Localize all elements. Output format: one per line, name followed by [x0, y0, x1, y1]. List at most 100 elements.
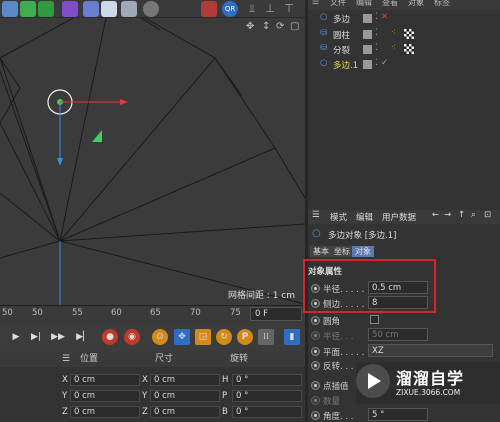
object-name[interactable]: 多边	[333, 13, 350, 25]
menu-tags[interactable]: 标签	[434, 0, 450, 8]
keyframe-selection-button[interactable]: ⊙	[152, 329, 168, 345]
pos-z-field[interactable]: 0 cm	[70, 406, 140, 418]
circle-radius-field[interactable]: 50 cm	[368, 328, 428, 341]
tab-coord[interactable]: 坐标	[331, 246, 353, 257]
rot-h-field[interactable]: 0 °	[232, 374, 302, 386]
menu-file[interactable]: 文件	[330, 0, 346, 8]
lock-icon[interactable]: ⊡	[484, 210, 491, 220]
light-bulb-icon[interactable]	[143, 1, 159, 17]
pos-y-field[interactable]: 0 cm	[70, 390, 140, 402]
nurbs-tool-icon[interactable]	[38, 1, 54, 17]
quantize-icon[interactable]: ⊤	[281, 1, 297, 17]
menu-icon[interactable]: ☰	[62, 351, 70, 367]
manipulator-gizmo[interactable]	[47, 89, 128, 305]
menu-mode[interactable]: 模式	[330, 211, 347, 223]
layer-icon[interactable]	[363, 45, 372, 54]
menu-icon[interactable]: ☰	[312, 210, 320, 220]
go-to-end-button[interactable]: ▶▏	[75, 329, 91, 345]
layer-icon[interactable]	[363, 60, 372, 69]
search-icon[interactable]: ⌕	[471, 210, 476, 220]
object-row[interactable]: ⛁ 分裂 ⁚ ⁖	[308, 43, 500, 57]
tab-basic[interactable]: 基本	[310, 246, 332, 257]
menu-user-data[interactable]: 用户数据	[382, 211, 416, 223]
size-z-field[interactable]: 0 cm	[150, 406, 220, 418]
circle-radius-animate-toggle[interactable]	[311, 331, 320, 340]
play-button[interactable]: ▶	[8, 329, 24, 345]
object-name[interactable]: 分裂	[333, 44, 350, 56]
snap-icon[interactable]: ⫫	[244, 1, 260, 17]
pla-key-button[interactable]: ⁞⁞	[258, 329, 274, 345]
x-axis-arrow[interactable]	[120, 99, 128, 105]
object-row[interactable]: ⛁ 圆柱 ⁚ ⁖	[308, 28, 500, 42]
circle-animate-toggle[interactable]	[311, 316, 320, 325]
workplane-icon[interactable]: ⊥	[262, 1, 278, 17]
move-view-icon[interactable]: ✥	[246, 21, 254, 32]
phong-tag-icon[interactable]: ⁖	[391, 43, 396, 53]
menu-object[interactable]: 对象	[408, 0, 424, 8]
forward-arrow-icon[interactable]: →	[444, 210, 451, 220]
rotation-key-button[interactable]: ↻	[216, 329, 232, 345]
plane-animate-toggle[interactable]	[311, 347, 320, 356]
circle-spline-icon: ○	[320, 58, 328, 68]
timeline-window-button[interactable]: ▮	[284, 329, 300, 345]
next-frame-button[interactable]: ▶|	[28, 329, 44, 345]
visibility-dots-icon[interactable]: ⁚	[375, 12, 378, 22]
layer-icon[interactable]	[363, 30, 372, 39]
zoom-view-icon[interactable]: ↕	[262, 21, 270, 32]
rot-b-field[interactable]: 0 °	[232, 406, 302, 418]
size-y-field[interactable]: 0 cm	[150, 390, 220, 402]
rotate-view-icon[interactable]: ⟳	[276, 21, 284, 32]
enabled-check-icon[interactable]: ✓	[381, 58, 388, 68]
parameter-key-button[interactable]: P	[237, 329, 253, 345]
record-button[interactable]: ●	[102, 329, 118, 345]
object-name-selected[interactable]: 多边.1	[333, 59, 358, 71]
visibility-dots-icon[interactable]: ⁚	[375, 58, 378, 68]
visibility-dots-icon[interactable]: ⁚	[375, 28, 378, 38]
deformer-tool-icon[interactable]	[62, 1, 78, 17]
z-axis-arrow[interactable]	[57, 158, 63, 166]
next-key-button[interactable]: ▶▶	[50, 329, 66, 345]
position-key-button[interactable]: ✥	[174, 329, 190, 345]
texture-tag-icon[interactable]	[404, 44, 414, 54]
menu-view[interactable]: 查看	[382, 0, 398, 8]
object-row-selected[interactable]: ○ 多边.1 ⁚ ✓	[308, 58, 500, 72]
menu-edit[interactable]: 编辑	[356, 0, 372, 8]
back-arrow-icon[interactable]: ←	[432, 210, 439, 220]
angle-animate-toggle[interactable]	[311, 411, 320, 420]
count-animate-toggle[interactable]	[311, 396, 320, 405]
plane-dropdown[interactable]: XZ	[368, 344, 493, 357]
qr-icon[interactable]: QR	[222, 1, 238, 17]
light-tool-icon[interactable]	[121, 1, 137, 17]
scale-key-button[interactable]: ◲	[195, 329, 211, 345]
menu-icon[interactable]: ☰	[312, 0, 319, 6]
viewport[interactable]: ✥ ↕ ⟳ ▢ 网格间距 : 1 cm	[0, 18, 305, 305]
camera-tool-icon[interactable]	[101, 1, 117, 17]
point-interp-animate-toggle[interactable]	[311, 381, 320, 390]
disabled-check-icon[interactable]: ✕	[381, 12, 388, 22]
layer-icon[interactable]	[363, 14, 372, 23]
visibility-dots-icon[interactable]: ⁚	[375, 43, 378, 53]
auto-key-button[interactable]: ◉	[124, 329, 140, 345]
reverse-animate-toggle[interactable]	[311, 361, 320, 370]
watermark-url: ZIXUE.3066.COM	[396, 388, 461, 397]
circle-checkbox[interactable]	[370, 315, 379, 324]
object-name[interactable]: 圆柱	[333, 29, 350, 41]
menu-attr-edit[interactable]: 编辑	[356, 211, 373, 223]
viewport-canvas	[0, 18, 305, 305]
maximize-view-icon[interactable]: ▢	[290, 21, 299, 32]
tab-object[interactable]: 对象	[352, 246, 374, 257]
y-axis-plane-handle[interactable]	[92, 130, 102, 142]
spline-tool-icon[interactable]	[20, 1, 36, 17]
cube-tool-icon[interactable]	[2, 1, 18, 17]
rot-p-field[interactable]: 0 °	[232, 390, 302, 402]
object-row[interactable]: ○ 多边 ⁚ ✕	[308, 12, 500, 26]
phong-tag-icon[interactable]: ⁖	[391, 28, 396, 38]
size-x-field[interactable]: 0 cm	[150, 374, 220, 386]
texture-tag-icon[interactable]	[404, 29, 414, 39]
angle-field[interactable]: 5 °	[368, 408, 428, 421]
scene-tool-icon[interactable]	[83, 1, 99, 17]
pos-x-field[interactable]: 0 cm	[70, 374, 140, 386]
up-arrow-icon[interactable]: ↑	[458, 210, 465, 220]
render-region-icon[interactable]	[201, 1, 217, 17]
current-frame-field[interactable]: 0 F	[250, 307, 302, 321]
